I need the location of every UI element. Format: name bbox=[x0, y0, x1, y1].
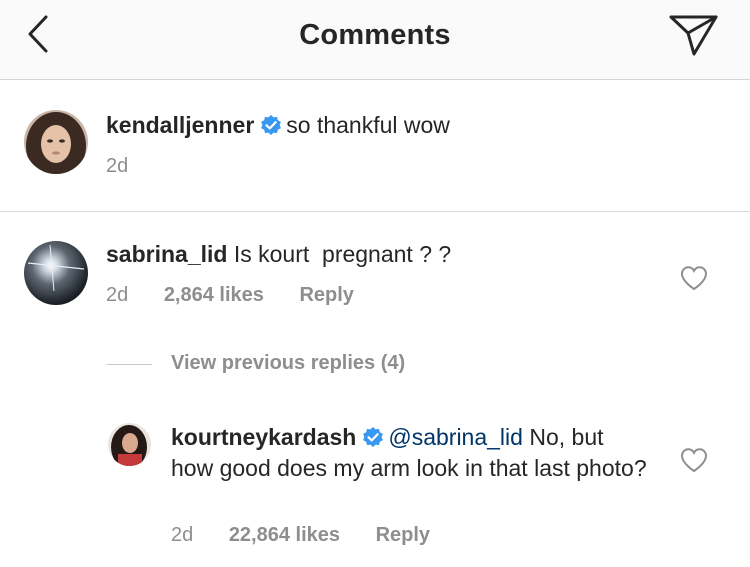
avatar-image bbox=[24, 110, 88, 174]
like-button[interactable] bbox=[680, 447, 708, 473]
verified-badge-icon bbox=[362, 426, 384, 454]
comment-line: sabrina_lid Is kourt pregnant ? ? bbox=[106, 240, 451, 269]
verified-badge-icon bbox=[260, 114, 282, 143]
caption-line: kendalljenner so thankful wow bbox=[106, 111, 450, 143]
like-button[interactable] bbox=[680, 265, 708, 291]
avatar-kourtneykardash[interactable] bbox=[108, 423, 151, 466]
mention-link[interactable]: @sabrina_lid bbox=[388, 424, 523, 450]
share-button[interactable] bbox=[668, 12, 720, 58]
divider-line bbox=[107, 364, 152, 365]
caption-text: so thankful wow bbox=[286, 112, 450, 138]
reply-meta: 2d 22,864 likes Reply bbox=[171, 524, 460, 547]
avatar-image bbox=[108, 423, 151, 466]
avatar-sabrina-lid[interactable] bbox=[24, 241, 88, 305]
username[interactable]: kourtneykardash bbox=[171, 424, 356, 450]
heart-icon bbox=[680, 266, 708, 291]
likes-count[interactable]: 2,864 likes bbox=[164, 284, 264, 306]
heart-icon bbox=[680, 448, 708, 473]
page-title: Comments bbox=[299, 19, 451, 51]
avatar-kendalljenner[interactable] bbox=[24, 110, 88, 174]
timestamp: 2d bbox=[106, 284, 129, 306]
timestamp: 2d bbox=[171, 524, 194, 546]
avatar-image bbox=[24, 241, 88, 305]
username[interactable]: sabrina_lid bbox=[106, 241, 227, 267]
direct-send-icon bbox=[669, 15, 718, 56]
comment-meta: 2d 2,864 likes Reply bbox=[106, 284, 384, 307]
timestamp: 2d bbox=[106, 155, 129, 177]
view-previous-replies-label: View previous replies (4) bbox=[171, 352, 406, 374]
reply-button[interactable]: Reply bbox=[299, 284, 353, 306]
caption-meta: 2d bbox=[106, 155, 158, 178]
reply-button[interactable]: Reply bbox=[376, 524, 430, 546]
comment-text: Is kourt pregnant ? ? bbox=[233, 241, 452, 267]
post-caption: kendalljenner so thankful wow 2d bbox=[0, 80, 750, 212]
likes-count[interactable]: 22,864 likes bbox=[229, 524, 340, 546]
header-bar: Comments bbox=[0, 0, 750, 80]
reply-body: kourtneykardash @sabrina_lid No, but how … bbox=[171, 423, 651, 482]
username[interactable]: kendalljenner bbox=[106, 112, 254, 138]
